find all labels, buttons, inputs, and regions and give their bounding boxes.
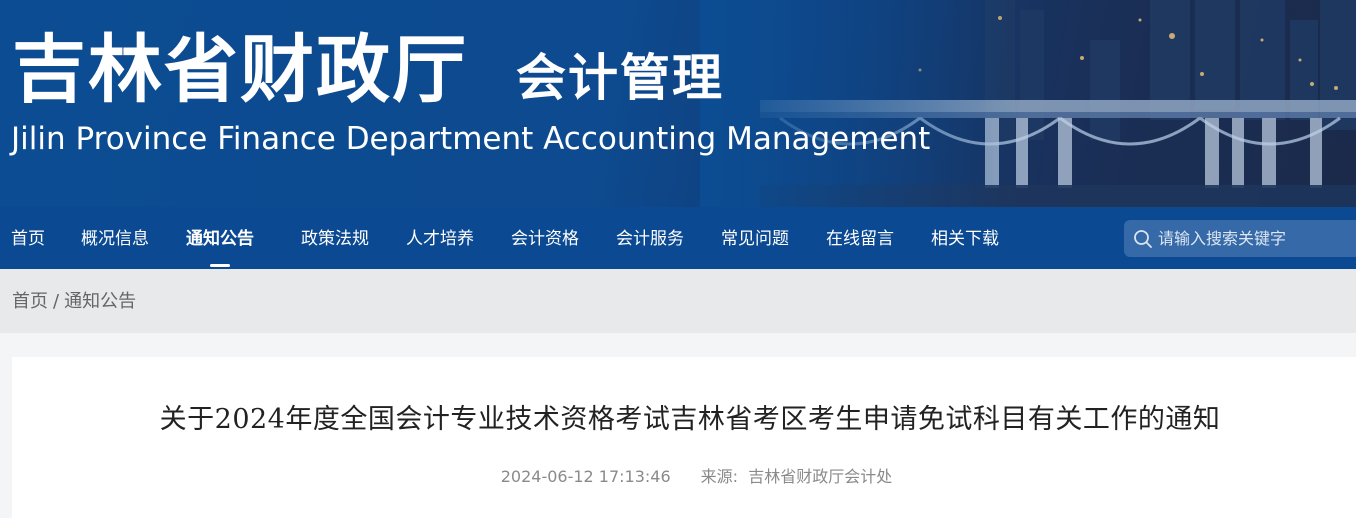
article-container: 关于2024年度全国会计专业技术资格考试吉林省考区考生申请免试科目有关工作的通知… — [12, 357, 1356, 518]
nav-item-policies[interactable]: 政策法规 — [301, 207, 369, 269]
nav-item-online-message[interactable]: 在线留言 — [826, 207, 894, 269]
header-banner: 吉林省财政厅 会计管理 Jilin Province Finance Depar… — [0, 0, 1356, 207]
nav-item-accounting-services[interactable]: 会计服务 — [616, 207, 684, 269]
article-meta: 2024-06-12 17:13:46 来源: 吉林省财政厅会计处 — [12, 463, 1356, 487]
nav-item-overview[interactable]: 概况信息 — [81, 207, 149, 269]
breadcrumb-bar: 首页 / 通知公告 — [0, 269, 1356, 333]
site-english-title: Jilin Province Finance Department Accoun… — [11, 121, 931, 157]
site-subtitle: 会计管理 — [516, 49, 724, 107]
breadcrumb-separator: / — [53, 291, 60, 312]
active-nav-indicator — [210, 264, 230, 267]
article-source: 吉林省财政厅会计处 — [748, 467, 893, 486]
article-source-label: 来源: — [700, 467, 739, 486]
breadcrumb: 首页 / 通知公告 — [12, 269, 136, 333]
breadcrumb-current-link[interactable]: 通知公告 — [64, 291, 136, 312]
search-icon[interactable] — [1133, 229, 1153, 249]
article-date: 2024-06-12 17:13:46 — [500, 467, 671, 486]
nav-item-notices-label: 通知公告 — [186, 229, 254, 249]
search-box[interactable] — [1124, 220, 1356, 257]
nav-item-accounting-qualification[interactable]: 会计资格 — [511, 207, 579, 269]
nav-item-notices[interactable]: 通知公告 — [186, 207, 254, 269]
nav-item-faq[interactable]: 常见问题 — [721, 207, 789, 269]
nav-item-talent-training[interactable]: 人才培养 — [406, 207, 474, 269]
breadcrumb-home-link[interactable]: 首页 — [12, 291, 48, 312]
nav-item-downloads[interactable]: 相关下载 — [931, 207, 999, 269]
article-title: 关于2024年度全国会计专业技术资格考试吉林省考区考生申请免试科目有关工作的通知 — [159, 404, 1221, 435]
site-title: 吉林省财政厅 — [12, 27, 468, 113]
search-input[interactable] — [1158, 220, 1348, 257]
nav-item-home[interactable]: 首页 — [11, 207, 45, 269]
